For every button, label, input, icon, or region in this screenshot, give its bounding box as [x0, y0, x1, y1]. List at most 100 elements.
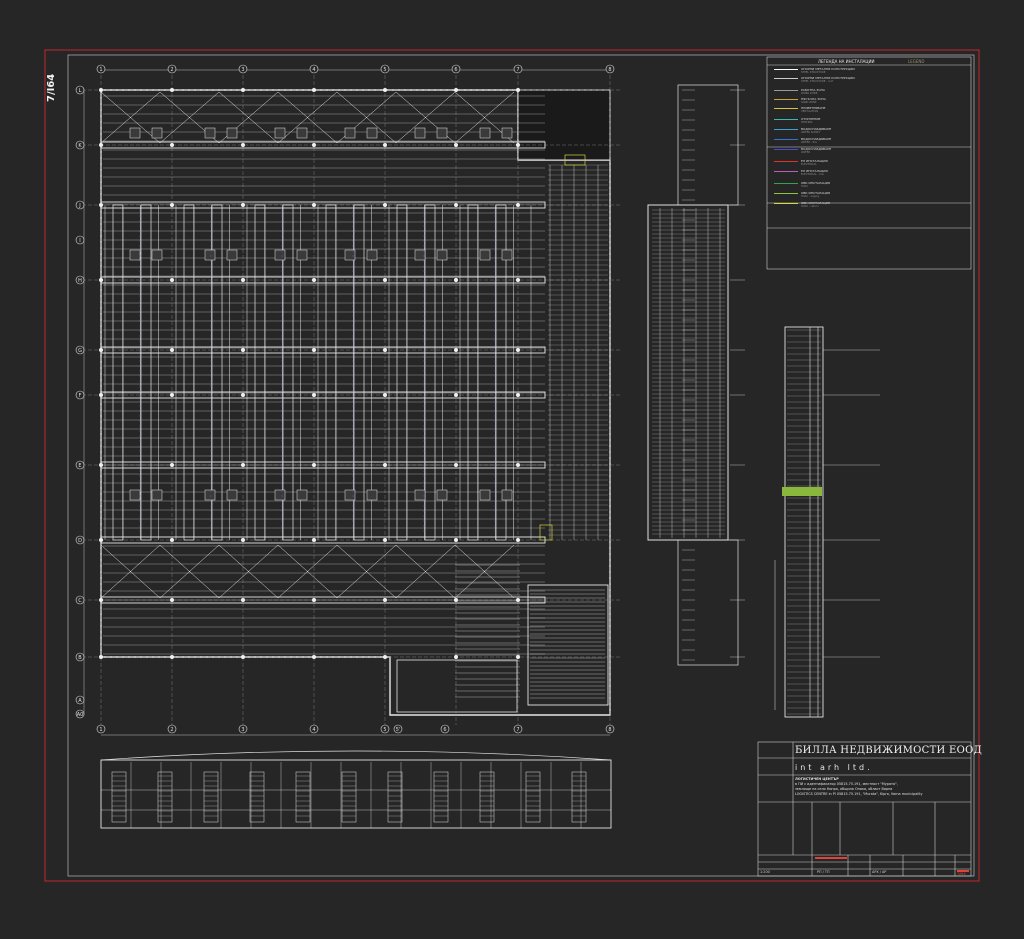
column-node — [383, 598, 387, 602]
column-node — [454, 203, 458, 207]
column-node — [516, 143, 520, 147]
axis-label: 3 — [241, 67, 244, 73]
column-node — [99, 655, 103, 659]
roof-unit — [366, 489, 378, 501]
roof-unit — [344, 127, 356, 139]
legend-sublabel: WORK ZONE — [801, 92, 818, 95]
legend-sublabel: WATER — [801, 151, 811, 154]
girder — [140, 204, 152, 541]
column-node — [454, 538, 458, 542]
window-column — [433, 771, 449, 823]
window-column — [341, 771, 357, 823]
legend-sublabel: STEEL STRUCTURE - roof — [801, 80, 834, 83]
column-node — [241, 655, 245, 659]
window-column — [157, 771, 173, 823]
designer-logo: int arh ltd. — [795, 763, 873, 772]
roof-unit — [344, 489, 356, 501]
column-node — [99, 348, 103, 352]
legend-item: ОВК ИНСТАЛАЦИЯ HVAC - supply — [768, 191, 971, 199]
roof-unit — [501, 249, 513, 261]
girder — [183, 204, 195, 541]
girder — [353, 204, 365, 541]
column-node — [170, 538, 174, 542]
annex — [396, 659, 518, 713]
title-block-red-marks — [815, 857, 969, 872]
axis-label: 1 — [99, 727, 102, 733]
roof-unit — [204, 249, 216, 261]
window-column — [387, 771, 403, 823]
window-column — [249, 771, 265, 823]
roof-unit — [436, 249, 448, 261]
column-node — [170, 278, 174, 282]
project-line: LOGISTICS CENTRE in PI 05815.75.191, "Mu… — [795, 792, 923, 796]
roof-unit — [204, 127, 216, 139]
column-node — [312, 463, 316, 467]
roof-unit — [344, 249, 356, 261]
column-node — [383, 348, 387, 352]
legend-sublabel: HVAC — [801, 185, 809, 188]
legend-item: ПЯСЪЧНА ЗОНА SAND ZONE — [768, 97, 971, 105]
legend-swatch — [774, 69, 798, 71]
legend-sublabel: WATER - fire — [801, 141, 817, 144]
roof-unit — [129, 489, 141, 501]
roof-unit — [436, 127, 448, 139]
axis-label: H — [78, 278, 82, 284]
column-node — [516, 393, 520, 397]
roof-unit — [151, 127, 163, 139]
axis-label: A — [78, 698, 82, 704]
roof-unit — [296, 489, 308, 501]
roof-unit — [296, 249, 308, 261]
column-node — [516, 598, 520, 602]
column-node — [170, 463, 174, 467]
column-node — [516, 463, 520, 467]
roof-unit — [296, 127, 308, 139]
project-description: ЛОГИСТИЧЕН ЦЕНТЪР в ПИ с идентификатор 0… — [795, 777, 967, 797]
legend-sublabel: ELECTRICAL — [801, 163, 817, 166]
axis-label: 7 — [516, 727, 519, 733]
legend-item: ВОДОСНАБДЯВАНЕ WATER — [768, 147, 971, 155]
column-node — [170, 393, 174, 397]
axis-label: A0 — [77, 712, 84, 718]
section-view-2 — [774, 326, 880, 718]
column-node — [312, 143, 316, 147]
roof-unit — [366, 127, 378, 139]
axis-label: I — [79, 238, 80, 244]
axis-label: L — [79, 88, 82, 94]
roof-unit — [226, 127, 238, 139]
axis-label: 8 — [608, 727, 611, 733]
column-node — [241, 538, 245, 542]
legend-swatch — [774, 139, 798, 141]
column-node — [516, 348, 520, 352]
column-node — [383, 143, 387, 147]
column-node — [99, 598, 103, 602]
legend-swatch — [774, 108, 798, 110]
roof-curve — [100, 750, 612, 761]
column-node — [312, 393, 316, 397]
column-node — [241, 143, 245, 147]
column-node — [241, 463, 245, 467]
legend-swatch — [774, 161, 798, 163]
legend-swatch — [774, 129, 798, 131]
roof-unit — [151, 489, 163, 501]
girder — [254, 204, 266, 541]
column-node — [170, 88, 174, 92]
legend: ЛЕГЕНДА НА ИНСТАЛАЦИИ LEGEND ОПОРНИ МЕТА… — [768, 57, 971, 269]
axis-label: 5 — [383, 67, 386, 73]
bottom-section-elevation — [100, 750, 612, 829]
legend-sublabel: WATER SUPPLY — [801, 131, 821, 134]
column-node — [170, 348, 174, 352]
section-view-1 — [647, 84, 745, 666]
legend-item: ОВК ИНСТАЛАЦИЯ HVAC - return — [768, 201, 971, 209]
axis-label: 7 — [516, 67, 519, 73]
roof-unit — [226, 249, 238, 261]
axis-label: 4 — [312, 67, 315, 73]
legend-swatch — [774, 119, 798, 121]
green-band — [782, 487, 822, 496]
girder — [325, 204, 337, 541]
axis-label: J — [78, 203, 80, 209]
legend-swatch — [774, 183, 798, 185]
roof-unit — [479, 489, 491, 501]
part-value: АРХ / АР — [872, 870, 887, 874]
legend-sublabel: HVAC - supply — [801, 195, 820, 198]
legend-sublabel: VENTILATION — [801, 110, 819, 113]
